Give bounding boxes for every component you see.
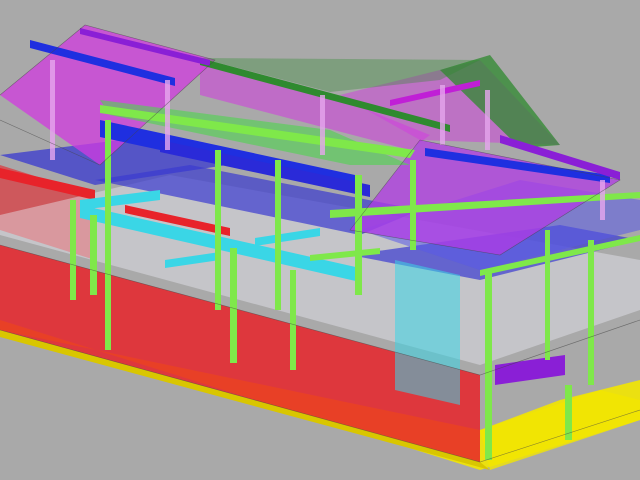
3d-model-viewport[interactable]: [0, 0, 640, 480]
building-frame-model: [0, 24, 640, 470]
cyan-room: [395, 260, 460, 405]
